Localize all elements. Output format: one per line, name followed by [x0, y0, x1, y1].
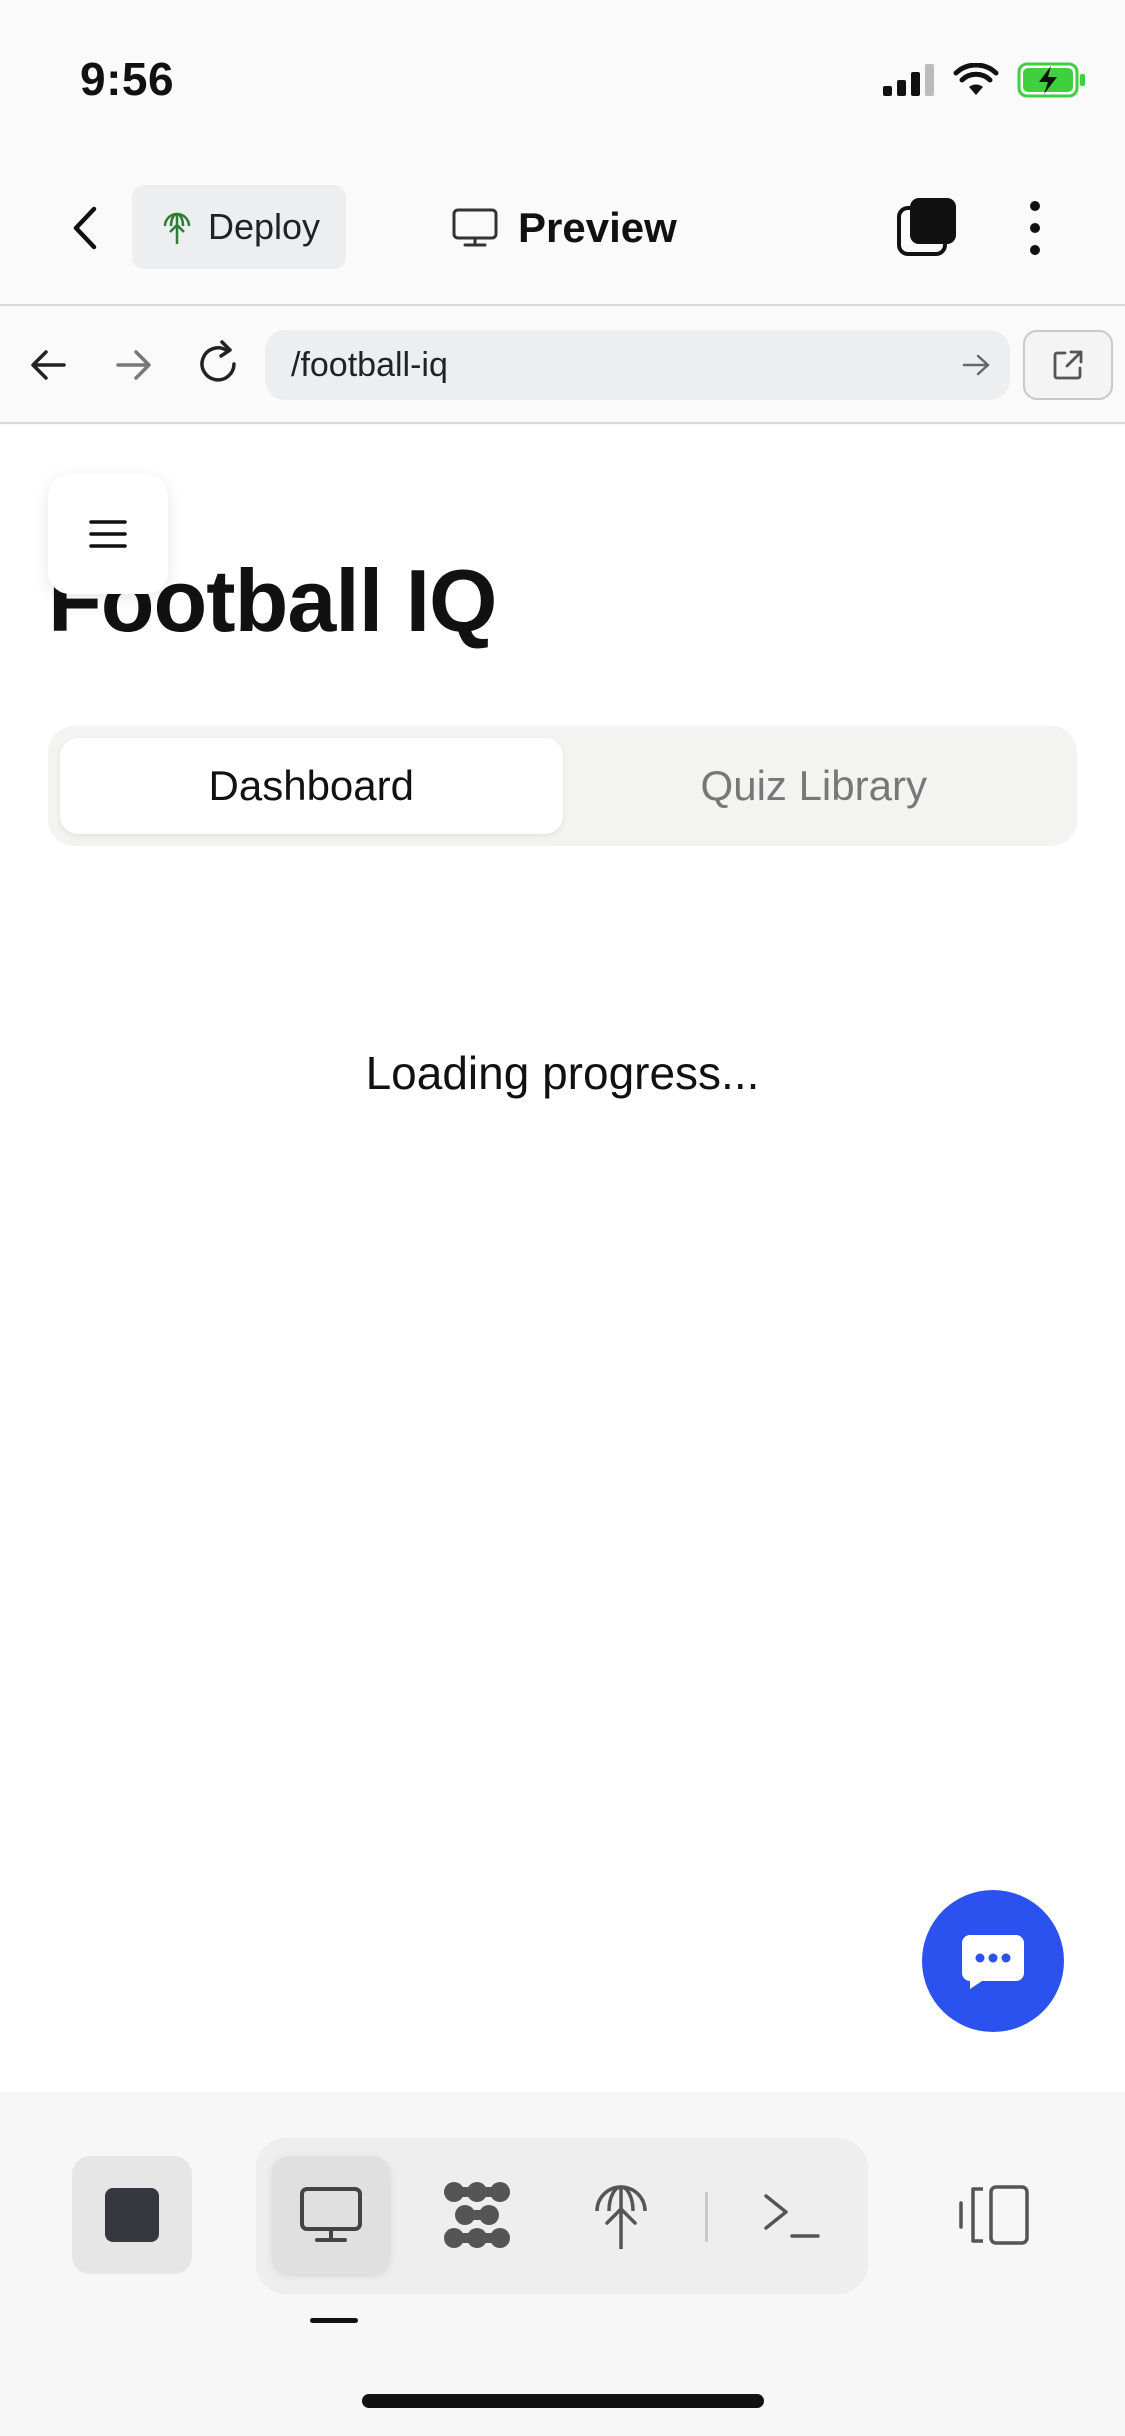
arrow-left-icon [31, 350, 66, 380]
menu-button[interactable] [48, 474, 168, 594]
preview-title-text: Preview [518, 204, 677, 251]
tab-dashboard[interactable]: Dashboard [60, 738, 563, 834]
tab-quiz-library[interactable]: Quiz Library [563, 738, 1066, 834]
deploy-tool-button[interactable] [562, 2156, 680, 2274]
chevron-left-icon [73, 206, 97, 250]
stop-button[interactable] [72, 2156, 192, 2274]
url-text: /football-iq [291, 345, 448, 384]
deploy-label: Deploy [208, 206, 321, 247]
deploy-icon [595, 2185, 647, 2249]
split-layout-icon [959, 2185, 1029, 2245]
page-content [0, 426, 1125, 2092]
chat-button[interactable] [922, 1890, 1064, 2032]
wifi-icon [953, 63, 999, 95]
preview-title: Preview [452, 195, 677, 261]
status-icons [883, 62, 1087, 98]
home-indicator [362, 2394, 764, 2408]
layout-toggle-button[interactable] [934, 2156, 1054, 2274]
open-external-button[interactable] [1023, 330, 1113, 400]
reload-icon [200, 340, 236, 382]
stop-icon [105, 2188, 159, 2242]
status-time: 9:56 [80, 53, 175, 105]
workflow-tool-button[interactable] [418, 2156, 536, 2274]
more-options-button[interactable] [1020, 198, 1050, 258]
tabs-icon [897, 198, 956, 256]
chat-bubble-icon [962, 1935, 1024, 1989]
deploy-button[interactable]: Deploy [132, 185, 346, 269]
back-button[interactable] [60, 200, 110, 256]
reload-button[interactable] [192, 338, 244, 390]
connections-icon [444, 2182, 510, 2248]
monitor-icon [300, 2187, 362, 2242]
arrow-right-icon [116, 350, 151, 380]
preview-tool-button[interactable] [272, 2156, 390, 2274]
terminal-tool-button[interactable] [732, 2156, 850, 2274]
loading-message: Loading progress... [365, 1047, 760, 1099]
active-tool-indicator [310, 2318, 358, 2323]
browser-back-button[interactable] [24, 340, 74, 390]
toolbar-divider [705, 2192, 708, 2242]
battery-charging-icon [1017, 62, 1085, 98]
hamburger-menu-icon [89, 520, 127, 548]
more-vertical-icon [1030, 201, 1040, 255]
terminal-icon [764, 2194, 820, 2238]
browser-forward-button[interactable] [108, 340, 158, 390]
external-link-icon [1053, 350, 1083, 380]
tabs-switcher-button[interactable] [896, 196, 958, 258]
url-input[interactable]: /football-iq [265, 330, 1010, 400]
go-arrow-icon[interactable] [958, 347, 994, 383]
monitor-icon [452, 208, 498, 247]
view-tabs: Dashboard Quiz Library [48, 726, 1077, 846]
deploy-icon [163, 212, 191, 244]
cellular-signal-icon [883, 64, 934, 96]
